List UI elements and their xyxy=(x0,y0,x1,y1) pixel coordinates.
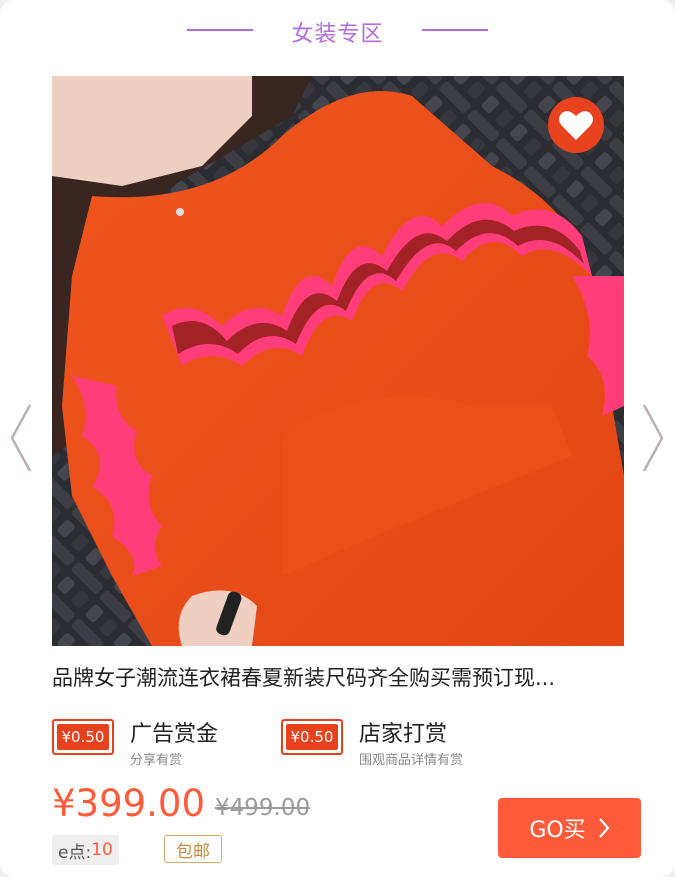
epoints-label: e点: xyxy=(58,842,92,863)
reward-badge: ¥0.50 xyxy=(281,719,343,755)
reward-badge: ¥0.50 xyxy=(52,719,114,755)
header-divider-right xyxy=(422,29,488,31)
reward-description: 围观商品详情有赏 xyxy=(359,753,464,768)
next-arrow-button[interactable] xyxy=(640,403,666,473)
favorite-button[interactable] xyxy=(548,97,604,153)
free-shipping-tag: 包邮 xyxy=(164,835,222,863)
current-price: ¥399.00 xyxy=(52,782,206,825)
chevron-right-icon xyxy=(598,818,610,838)
reward-description: 分享有赏 xyxy=(130,753,183,768)
reward-label: 广告赏金 xyxy=(130,722,219,747)
section-header: 女装专区 xyxy=(0,12,675,52)
reward-amount: ¥0.50 xyxy=(286,724,338,750)
product-image[interactable] xyxy=(52,76,624,646)
reward-label: 店家打赏 xyxy=(359,722,448,747)
chevron-right-icon xyxy=(642,404,664,472)
section-title: 女装专区 xyxy=(291,22,384,47)
heart-icon xyxy=(559,111,593,140)
reward-amount: ¥0.50 xyxy=(57,724,109,750)
product-card: 女装专区 品牌女子潮流连衣裙春夏新装尺码齐全购买需预订现... ¥0.50 广告… xyxy=(0,0,675,877)
epoints-value: 10 xyxy=(91,840,113,860)
buy-button-label: GO买 xyxy=(529,818,586,843)
chevron-left-icon xyxy=(10,404,32,472)
prev-arrow-button[interactable] xyxy=(8,403,34,473)
original-price: ¥499.00 xyxy=(215,795,311,821)
product-title[interactable]: 品牌女子潮流连衣裙春夏新装尺码齐全购买需预订现... xyxy=(52,662,632,692)
epoints-badge: e点: 10 xyxy=(52,835,119,865)
buy-button[interactable]: GO买 xyxy=(498,798,641,858)
